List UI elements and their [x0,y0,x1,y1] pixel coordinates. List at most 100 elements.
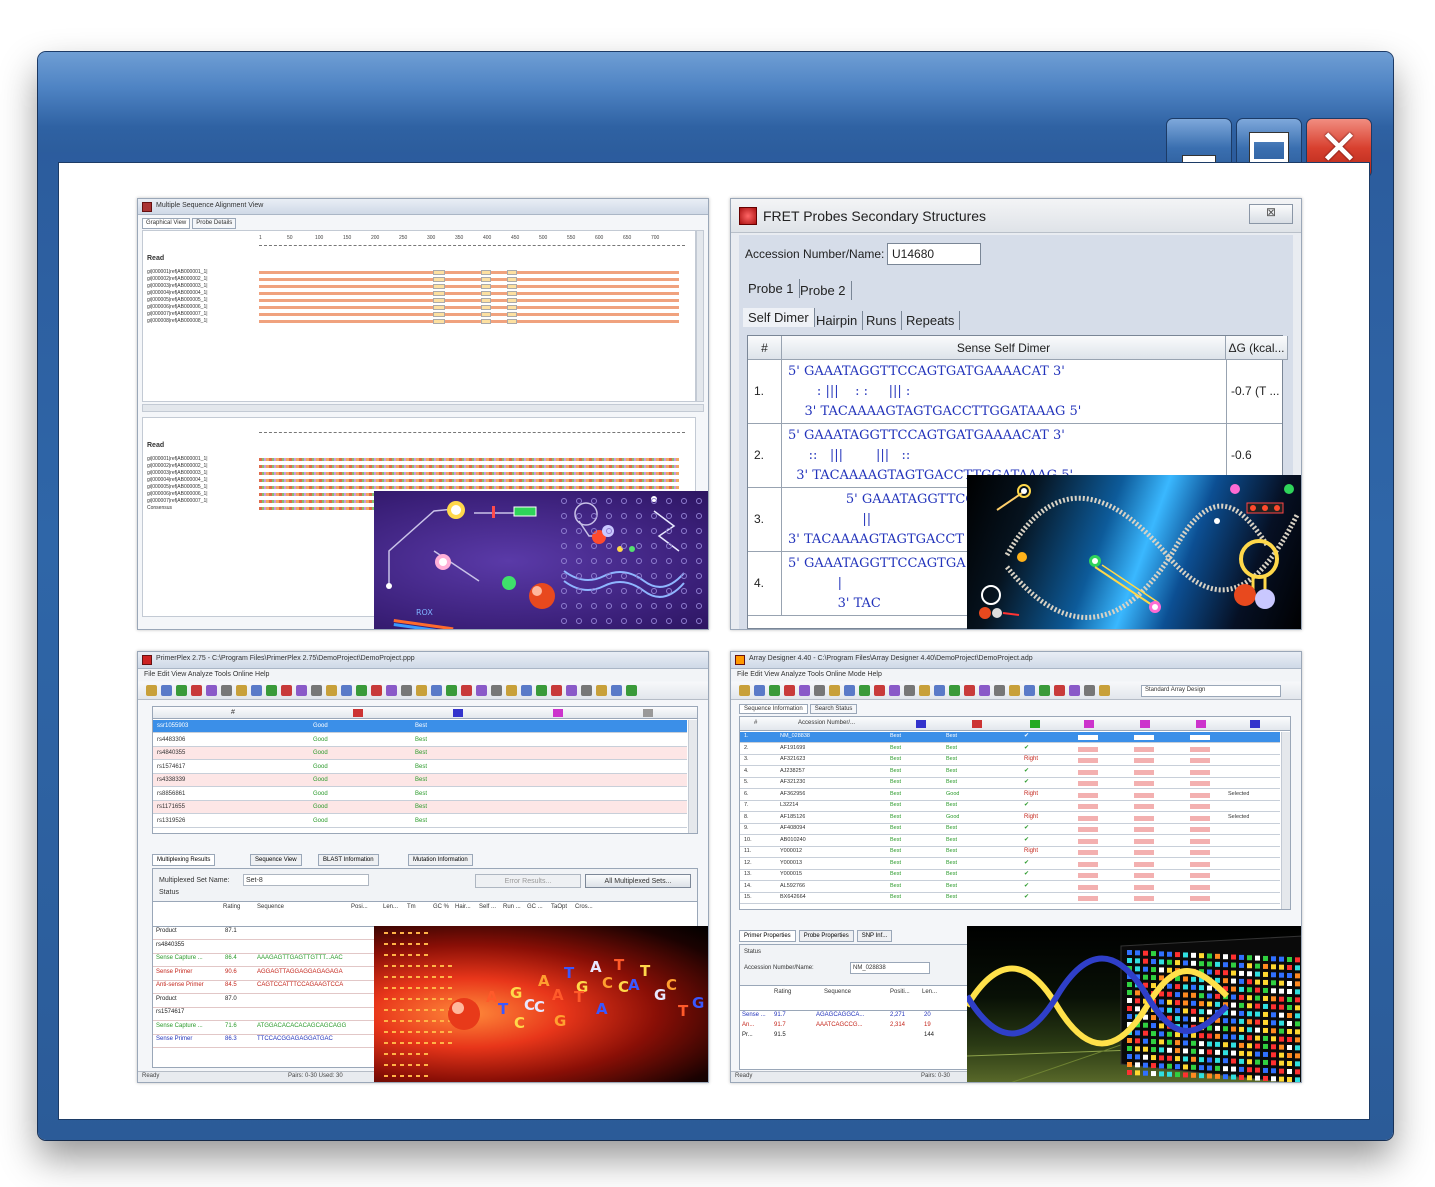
toolbar-button-icon[interactable] [176,685,187,696]
toolbar-button-icon[interactable] [1024,685,1035,696]
toolbar-button-icon[interactable] [446,685,457,696]
toolbar-button-icon[interactable] [934,685,945,696]
toolbar-button-icon[interactable] [521,685,532,696]
toolbar-button-icon[interactable] [844,685,855,696]
toolbar-button-icon[interactable] [401,685,412,696]
table-row[interactable]: 8. AF185126 Best Good Right Selected [740,812,1280,824]
toolbar-button-icon[interactable] [311,685,322,696]
table-row[interactable]: 11. Y000012 Best Best Right [740,847,1280,858]
table-row[interactable]: 7. L32214 Best Best ✔ [740,801,1280,812]
table-row[interactable]: 9. AF408094 Best Best ✔ [740,824,1280,835]
table-row[interactable]: 2. AF191699 Best Best ✔ [740,743,1280,755]
table-row[interactable]: 10. AB010240 Best Best ✔ [740,835,1280,847]
toolbar-button-icon[interactable] [994,685,1005,696]
toolbar-button-icon[interactable] [191,685,202,696]
set-name-field[interactable]: Set-8 [243,874,369,886]
all-multiplexed-sets-button[interactable]: All Multiplexed Sets... [585,874,691,888]
toolbar-button-icon[interactable] [146,685,157,696]
tab-sequence-information[interactable]: Sequence Information [739,704,808,714]
table-row[interactable]: ssr1055903 Good Best [153,720,687,733]
error-results-button[interactable]: Error Results... [475,874,581,888]
tab-hairpin[interactable]: Hairpin [811,311,864,330]
tab-probe-2[interactable]: Probe 2 [795,281,852,300]
toolbar-button-icon[interactable] [476,685,487,696]
toolbar-button-icon[interactable] [979,685,990,696]
ad-scrollbar[interactable] [1281,732,1290,909]
toolbar-button-icon[interactable] [1054,685,1065,696]
toolbar-button-icon[interactable] [799,685,810,696]
toolbar-button-icon[interactable] [536,685,547,696]
toolbar-button-icon[interactable] [161,685,172,696]
tab-self-dimer[interactable]: Self Dimer [743,308,815,327]
properties-tab[interactable]: Probe Properties [798,930,854,942]
table-row[interactable]: rs4840355 Good Best [153,747,687,760]
toolbar-button-icon[interactable] [551,685,562,696]
table-row[interactable]: 14. AL592766 Best Best ✔ [740,881,1280,893]
table-row[interactable]: 1. NM_028838 Best Best ✔ [740,732,1280,743]
results-tab[interactable]: Mutation Information [408,854,473,866]
toolbar-button-icon[interactable] [964,685,975,696]
table-row[interactable]: 15. BX642664 Best Best ✔ [740,893,1280,904]
toolbar-button-icon[interactable] [251,685,262,696]
ad-menubar[interactable]: File Edit View Analyze Tools Online Mode… [731,669,1301,681]
table-row[interactable]: 13. Y000015 Best Best ✔ [740,870,1280,881]
toolbar-button-icon[interactable] [611,685,622,696]
toolbar-button-icon[interactable] [341,685,352,696]
ad-acc-field[interactable]: NM_028838 [850,962,930,974]
table-row[interactable]: 4. AJ238257 Best Best ✔ [740,766,1280,778]
toolbar-button-icon[interactable] [1099,685,1110,696]
toolbar-button-icon[interactable] [626,685,637,696]
toolbar-button-icon[interactable] [296,685,307,696]
toolbar-button-icon[interactable] [1039,685,1050,696]
design-select[interactable]: Standard Array Design [1141,685,1281,697]
toolbar-button-icon[interactable] [904,685,915,696]
toolbar-button-icon[interactable] [889,685,900,696]
table-row[interactable]: rs1319526 Good Best [153,814,687,828]
toolbar-button-icon[interactable] [281,685,292,696]
toolbar-button-icon[interactable] [566,685,577,696]
toolbar-button-icon[interactable] [859,685,870,696]
table-row[interactable]: rs1171655 Good Best [153,801,687,814]
toolbar-button-icon[interactable] [739,685,750,696]
table-row[interactable]: 6. AF362956 Best Good Right Selected [740,789,1280,801]
toolbar-button-icon[interactable] [236,685,247,696]
results-tab[interactable]: Sequence View [250,854,302,866]
toolbar-button-icon[interactable] [814,685,825,696]
tab-runs[interactable]: Runs [861,311,903,330]
table-row[interactable]: rs4483306 Good Best [153,733,687,747]
properties-tab[interactable]: SNP Inf... [856,930,893,942]
table-row[interactable]: 5. AF321230 Best Best ✔ [740,778,1280,789]
toolbar-button-icon[interactable] [386,685,397,696]
table-row[interactable]: 12. Y000013 Best Best ✔ [740,858,1280,870]
toolbar-button-icon[interactable] [326,685,337,696]
toolbar-button-icon[interactable] [416,685,427,696]
toolbar-button-icon[interactable] [206,685,217,696]
results-tab[interactable]: Multiplexing Results [152,854,216,866]
tab-search-status[interactable]: Search Status [809,704,858,714]
toolbar-button-icon[interactable] [784,685,795,696]
toolbar-button-icon[interactable] [581,685,592,696]
toolbar-button-icon[interactable] [754,685,765,696]
tab-graphical-view[interactable]: Graphical View [142,218,191,229]
toolbar-button-icon[interactable] [371,685,382,696]
toolbar-button-icon[interactable] [266,685,277,696]
toolbar-button-icon[interactable] [596,685,607,696]
primerplex-menubar[interactable]: File Edit View Analyze Tools Online Help [138,669,708,681]
toolbar-button-icon[interactable] [221,685,232,696]
table-row[interactable]: rs1574617 Good Best [153,760,687,774]
accession-field[interactable]: U14680 [887,243,981,265]
toolbar-button-icon[interactable] [1069,685,1080,696]
msa-scrollbar-top[interactable] [696,230,704,402]
toolbar-button-icon[interactable] [874,685,885,696]
tab-probe-details[interactable]: Probe Details [192,218,237,229]
toolbar-button-icon[interactable] [949,685,960,696]
toolbar-button-icon[interactable] [1009,685,1020,696]
properties-tab[interactable]: Primer Properties [739,930,796,942]
fret-close-button[interactable]: ⊠ [1249,204,1293,224]
toolbar-button-icon[interactable] [356,685,367,696]
toolbar-button-icon[interactable] [431,685,442,696]
table-row[interactable]: rs8856861 Good Best [153,787,687,801]
toolbar-button-icon[interactable] [506,685,517,696]
tab-repeats[interactable]: Repeats [901,311,961,330]
results-tab[interactable]: BLAST Information [318,854,379,866]
